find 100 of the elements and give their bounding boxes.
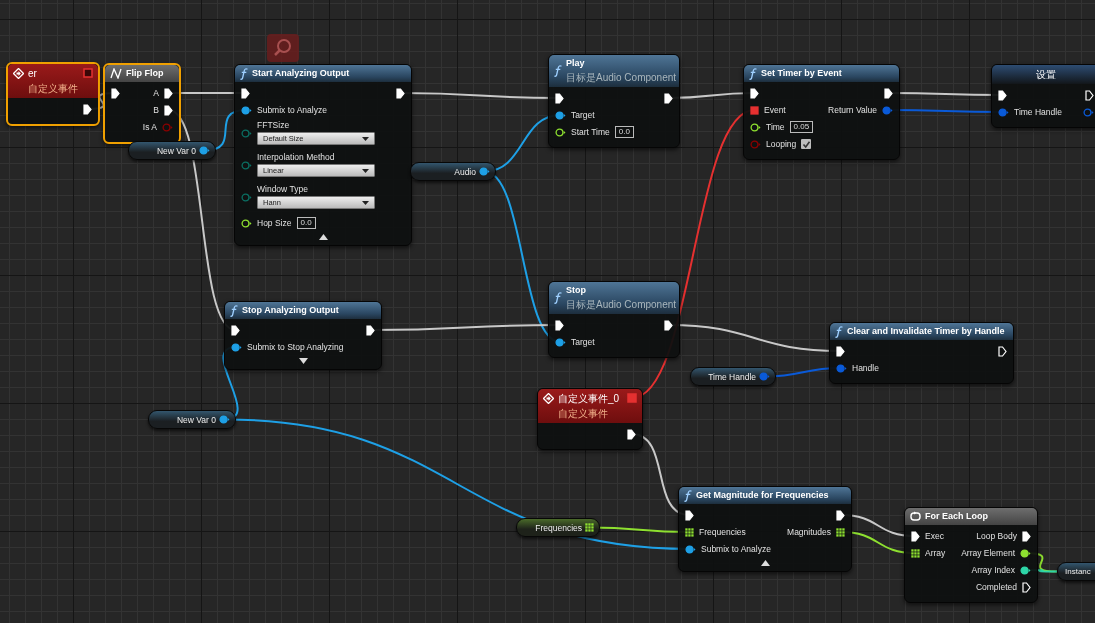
data-pin[interactable] — [1020, 548, 1031, 558]
value-field[interactable]: 0.0 — [296, 217, 316, 229]
exec-pin[interactable] — [750, 87, 759, 99]
pin-label: FFTSize — [257, 120, 291, 130]
node-title: Start Analyzing Output — [252, 67, 351, 80]
data-pin[interactable] — [555, 110, 566, 120]
graph-node[interactable]: er 自定义事件 — [6, 62, 100, 126]
data-pin[interactable] — [685, 544, 696, 554]
delegate-pin[interactable] — [83, 68, 93, 78]
pin-label: B — [153, 105, 159, 115]
data-pin[interactable] — [555, 127, 566, 137]
data-pin[interactable] — [199, 146, 210, 155]
exec-pin[interactable] — [1022, 581, 1031, 593]
pin-label: Time — [766, 122, 785, 132]
graph-node[interactable]: Set Timer by Event Event Return Value Time 0.05 Looping — [743, 64, 900, 160]
exec-pin[interactable] — [884, 87, 893, 99]
exec-pin[interactable] — [1022, 530, 1031, 542]
pin-label: Time Handle — [1014, 107, 1062, 117]
graph-node[interactable]: Clear and Invalidate Timer by Handle Handle — [829, 322, 1014, 384]
exec-pin[interactable] — [998, 345, 1007, 357]
pin-label: Target — [571, 110, 595, 120]
pin-label: Start Time — [571, 127, 610, 137]
function-icon — [835, 325, 843, 338]
exec-pin[interactable] — [231, 324, 240, 336]
variable-node[interactable]: New Var 0 — [148, 410, 236, 429]
node-title: Stop Analyzing Output — [242, 304, 340, 317]
exec-pin[interactable] — [664, 92, 673, 104]
node-subtitle: 自定义事件 — [558, 407, 609, 421]
pin-label: Loop Body — [976, 531, 1017, 541]
data-pin[interactable] — [750, 122, 761, 132]
variable-label: Audio — [454, 166, 476, 177]
function-icon — [684, 489, 692, 502]
node-title: Get Magnitude for Frequencies — [696, 489, 830, 502]
expand-arrow-icon[interactable] — [298, 358, 308, 364]
variable-node[interactable]: Frequencies — [516, 518, 600, 537]
value-field[interactable]: 0.0 — [614, 126, 634, 138]
pin-label: A — [153, 88, 159, 98]
exec-pin[interactable] — [241, 87, 250, 99]
exec-pin[interactable] — [627, 428, 636, 440]
node-title: er — [28, 67, 38, 81]
exec-pin[interactable] — [164, 104, 173, 116]
exec-pin[interactable] — [555, 319, 564, 331]
pin-label: Interpolation Method — [257, 152, 336, 162]
graph-node[interactable]: Stop 目标是Audio Component Target — [548, 281, 680, 358]
data-pin[interactable] — [836, 527, 845, 537]
data-pin[interactable] — [555, 337, 566, 347]
exec-pin[interactable] — [396, 87, 405, 99]
expand-arrow-icon[interactable] — [760, 560, 770, 566]
data-pin[interactable] — [219, 415, 230, 424]
variable-node[interactable]: Audio — [410, 162, 496, 181]
data-pin[interactable] — [685, 527, 694, 537]
exec-pin[interactable] — [685, 509, 694, 521]
event-icon — [13, 68, 24, 79]
caret-icon — [362, 200, 369, 205]
exec-pin[interactable] — [664, 319, 673, 331]
graph-node[interactable]: Get Magnitude for Frequencies Frequencies Magnitudes Submix to Analyze — [678, 486, 852, 572]
expand-arrow-icon[interactable] — [318, 234, 328, 240]
pin-label: Completed — [975, 582, 1017, 592]
data-pin[interactable] — [241, 105, 252, 115]
graph-node[interactable]: Flip Flop A B Is A — [103, 63, 181, 144]
exec-pin[interactable] — [83, 103, 92, 115]
graph-node[interactable]: Play 目标是Audio Component Target Start Time 0.0 — [548, 54, 680, 148]
exec-pin[interactable] — [836, 509, 845, 521]
loop-icon — [910, 511, 921, 522]
exec-pin[interactable] — [366, 324, 375, 336]
exec-pin[interactable] — [911, 530, 920, 542]
event-icon — [543, 393, 554, 404]
data-pin[interactable] — [241, 218, 252, 228]
checkbox[interactable] — [801, 139, 812, 149]
graph-node[interactable]: For Each Loop Exec Loop Body Array Array Element Array Index Completed — [904, 507, 1038, 603]
variable-label: Instanc — [1065, 567, 1091, 576]
node-title: 自定义事件_0 — [558, 392, 621, 406]
variable-node[interactable]: New Var 0 — [128, 141, 216, 160]
data-pin[interactable] — [1020, 565, 1031, 575]
graph-node[interactable]: 自定义事件_0 自定义事件 — [537, 388, 643, 450]
pin-label: Array — [925, 548, 946, 558]
data-pin[interactable] — [479, 167, 490, 176]
graph-node[interactable]: Stop Analyzing Output Submix to Stop Analyzing — [224, 301, 382, 370]
node-title: Play — [566, 57, 586, 70]
exec-pin[interactable] — [164, 87, 173, 99]
variable-label: New Var 0 — [156, 145, 196, 156]
variable-node[interactable]: Instanc — [1057, 562, 1095, 581]
data-pin[interactable] — [231, 342, 242, 352]
exec-pin[interactable] — [555, 92, 564, 104]
node-subtitle: 目标是Audio Component — [566, 298, 674, 312]
variable-node[interactable]: Time Handle — [690, 367, 776, 386]
value-field[interactable]: 0.05 — [789, 121, 814, 133]
node-title: For Each Loop — [925, 510, 989, 523]
pin-label: Hop Size — [257, 218, 292, 228]
graph-node[interactable]: 设置 Time Handle — [991, 64, 1095, 128]
exec-pin[interactable] — [998, 89, 1007, 101]
exec-pin[interactable] — [1085, 89, 1094, 101]
caret-icon — [362, 136, 369, 141]
exec-pin[interactable] — [836, 345, 845, 357]
macro-icon — [110, 68, 122, 79]
pin-label: Looping — [766, 139, 797, 149]
pin-label: Target — [571, 337, 595, 347]
node-subtitle: 目标是Audio Component — [566, 71, 674, 85]
data-pin[interactable] — [911, 548, 920, 558]
exec-pin[interactable] — [111, 87, 120, 99]
